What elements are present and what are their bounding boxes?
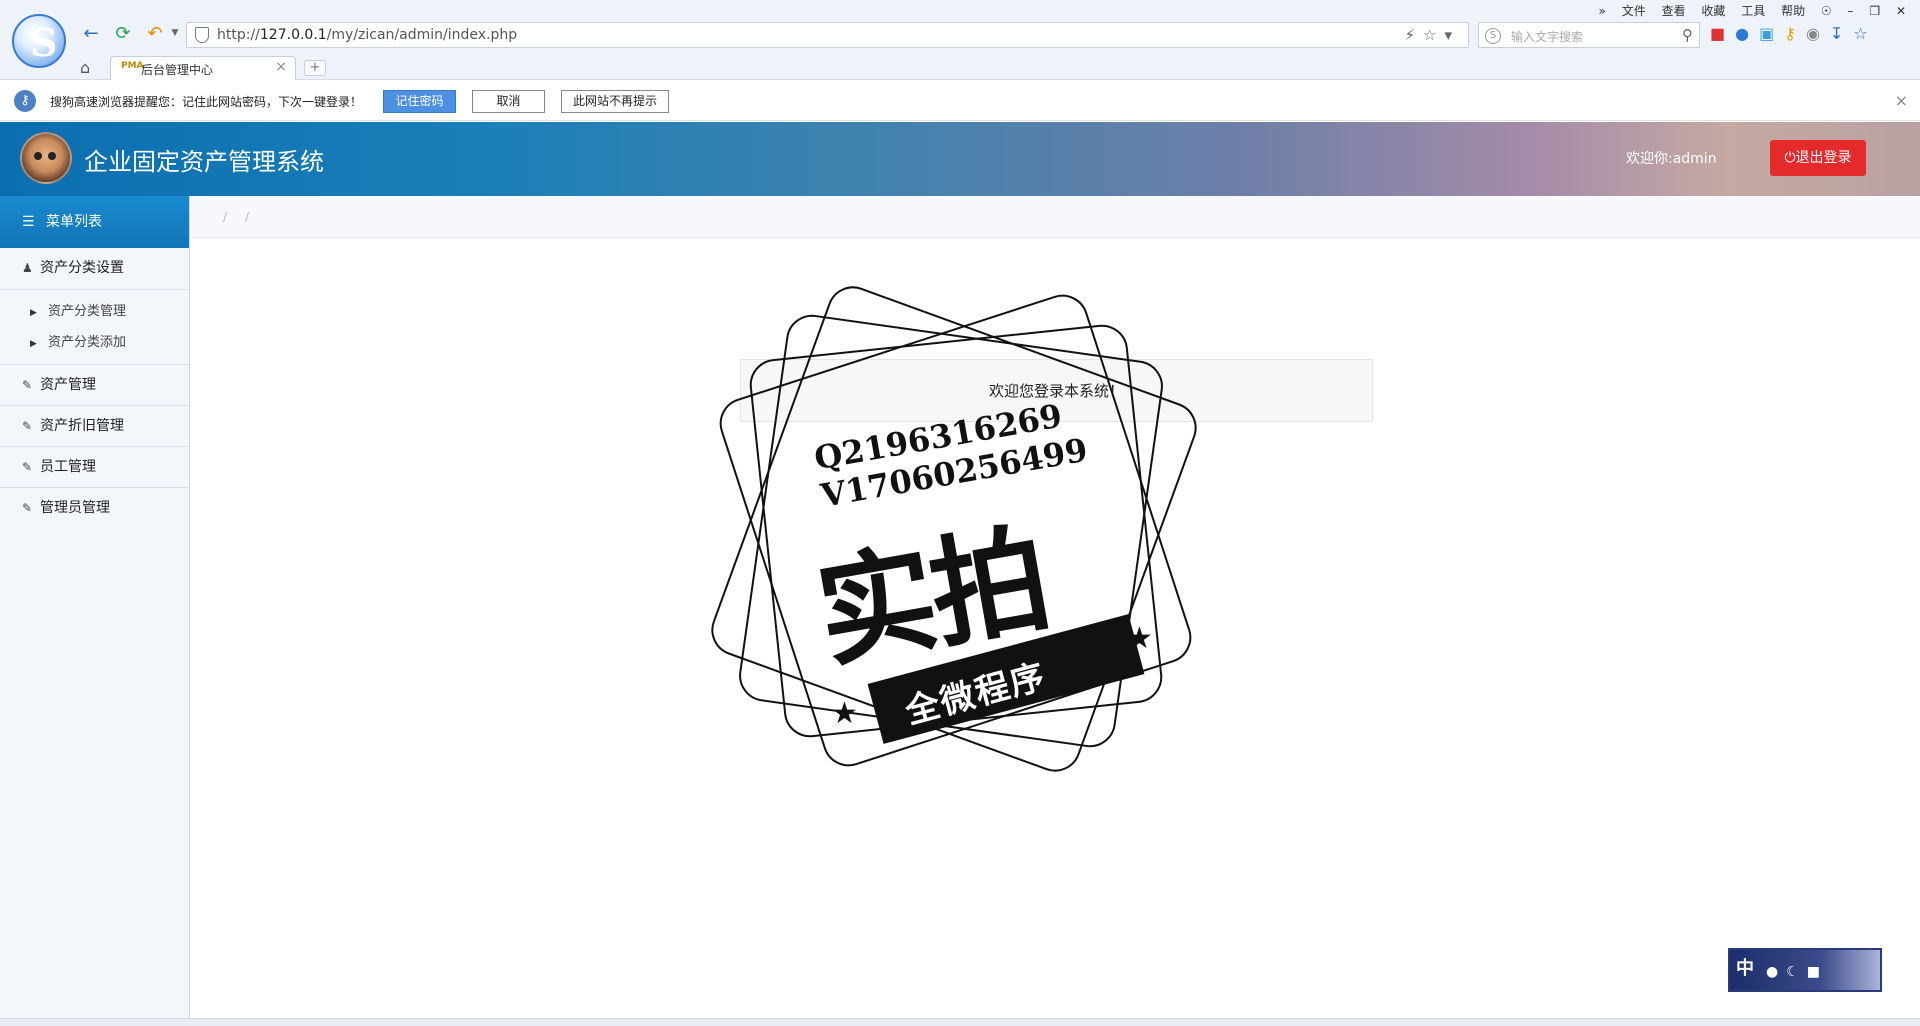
skin-icon[interactable]: ☉ (1821, 4, 1832, 18)
star-icon: ★ (831, 696, 858, 731)
menu-list-icon: ☰ (22, 214, 35, 230)
extension-icons: ■●▣⚷◉↧☆ (1710, 24, 1878, 43)
sidebar-item-employee[interactable]: ✎ 员工管理 (0, 447, 189, 488)
search-placeholder: 输入文字搜索 (1511, 30, 1584, 44)
browser-menu: » 文件 查看 收藏 工具 帮助 ☉ – ❐ ✕ (1587, 2, 1906, 19)
ext-icon[interactable]: ● (1735, 24, 1759, 43)
search-engine-icon[interactable]: S (1485, 28, 1501, 44)
ime-icons[interactable]: ●☾■ (1766, 964, 1828, 980)
address-bar[interactable]: http://127.0.0.1/my/zican/admin/index.ph… (186, 22, 1469, 48)
url-text[interactable]: http://127.0.0.1/my/zican/admin/index.ph… (217, 27, 517, 43)
logout-button[interactable]: ⏻退出登录 (1770, 140, 1866, 176)
remember-password-button[interactable]: 记住密码 (383, 90, 456, 113)
home-icon[interactable]: ⌂ (80, 58, 90, 77)
breadcrumb: / / (191, 196, 1920, 238)
key-icon[interactable]: ⚷ (1784, 24, 1806, 43)
close-window-icon[interactable]: ✕ (1896, 4, 1906, 18)
sidebar-sub-category-add[interactable]: ▶ 资产分类添加 (0, 327, 189, 358)
user-icon: ♟ (22, 261, 33, 275)
search-icon[interactable]: ⚲ (1682, 26, 1693, 44)
system-title: 企业固定资产管理系统 (84, 148, 324, 176)
welcome-user: 欢迎你:admin (1626, 151, 1717, 167)
sidebar-item-asset-category[interactable]: ♟ 资产分类设置 (0, 248, 189, 289)
tab-bar: ⌂ PMA 后台管理中心 × + (0, 54, 1920, 80)
caret-right-icon: ▶ (30, 308, 37, 318)
password-remember-bar: ⚷ 搜狗高速浏览器提醒您：记住此网站密码，下次一键登录！ 记住密码 取消 此网站… (0, 81, 1920, 121)
undo-dropdown-icon[interactable]: ▼ (164, 22, 186, 44)
power-icon: ⏻ (1784, 150, 1796, 166)
new-tab-button[interactable]: + (304, 60, 326, 76)
edit-icon: ✎ (22, 378, 33, 392)
menu-view[interactable]: 查看 (1662, 4, 1686, 18)
breadcrumb-separator: / (223, 210, 228, 224)
back-arrow-icon[interactable]: ← (80, 22, 102, 44)
breadcrumb-separator: / (245, 210, 250, 224)
favorite-star-icon[interactable]: ☆ (1853, 24, 1877, 43)
more-icon[interactable]: » (1599, 4, 1606, 18)
menu-tools[interactable]: 工具 (1741, 4, 1765, 18)
sidebar: ☰ 菜单列表 ♟ 资产分类设置 ▶ 资产分类管理 ▶ 资产分类添加 ✎ 资产管理 ✎ 资产折… (0, 196, 190, 1018)
sidebar-submenu: ▶ 资产分类管理 ▶ 资产分类添加 (0, 289, 189, 365)
never-prompt-button[interactable]: 此网站不再提示 (561, 90, 669, 113)
close-bar-icon[interactable]: × (1895, 91, 1908, 110)
sidebar-item-asset-manage[interactable]: ✎ 资产管理 (0, 365, 189, 406)
sidebar-header[interactable]: ☰ 菜单列表 (0, 196, 189, 248)
key-icon: ⚷ (14, 90, 36, 112)
refresh-icon[interactable]: ⟳ (112, 22, 134, 44)
menu-favorites[interactable]: 收藏 (1701, 4, 1725, 18)
sidebar-sub-category-manage[interactable]: ▶ 资产分类管理 (0, 296, 189, 327)
ext-icon[interactable]: ◉ (1806, 24, 1830, 43)
menu-help[interactable]: 帮助 (1781, 4, 1805, 18)
cancel-button[interactable]: 取消 (472, 90, 545, 113)
app-header: 企业固定资产管理系统 欢迎你:admin ⏻退出登录 (0, 122, 1920, 196)
sidebar-item-admin[interactable]: ✎ 管理员管理 (0, 488, 189, 529)
tab-admin[interactable]: PMA 后台管理中心 × (110, 56, 296, 80)
ime-mode[interactable]: 中 (1736, 954, 1754, 980)
status-bar (0, 1018, 1920, 1026)
ime-toolbar[interactable]: 中 ●☾■ (1728, 948, 1882, 992)
undo-icon[interactable]: ↶ (144, 22, 166, 44)
restore-icon[interactable]: ❐ (1869, 4, 1880, 18)
edit-icon: ✎ (22, 460, 33, 474)
avatar (20, 132, 72, 184)
ext-icon[interactable]: ▣ (1759, 24, 1784, 43)
watermark-stamp: Q2196316269 V17060256499 实拍 全微程序 ★ ★ (704, 279, 1221, 796)
browser-toolbar: S ← ⟳ ↶ ▼ http://127.0.0.1/my/zican/admi… (0, 0, 1920, 80)
search-box[interactable]: S 输入文字搜索 ⚲ (1478, 22, 1700, 48)
shield-icon (195, 27, 209, 43)
tab-title: 后台管理中心 (141, 63, 214, 77)
main-content: / / 欢迎您登录本系统！ Q2196316269 V17060256499 实拍 … (191, 196, 1920, 1018)
sidebar-item-depreciation[interactable]: ✎ 资产折旧管理 (0, 406, 189, 447)
edit-icon: ✎ (22, 419, 33, 433)
caret-right-icon: ▶ (30, 339, 37, 349)
download-icon[interactable]: ↧ (1830, 24, 1853, 43)
address-actions[interactable]: ⚡☆▾ (1404, 26, 1460, 44)
edit-icon: ✎ (22, 501, 33, 515)
minimize-icon[interactable]: – (1848, 4, 1854, 18)
password-message: 搜狗高速浏览器提醒您：记住此网站密码，下次一键登录！ (50, 95, 363, 109)
menu-file[interactable]: 文件 (1622, 4, 1646, 18)
close-tab-icon[interactable]: × (275, 59, 287, 75)
star-icon: ★ (1126, 621, 1153, 656)
ext-icon[interactable]: ■ (1710, 24, 1735, 43)
